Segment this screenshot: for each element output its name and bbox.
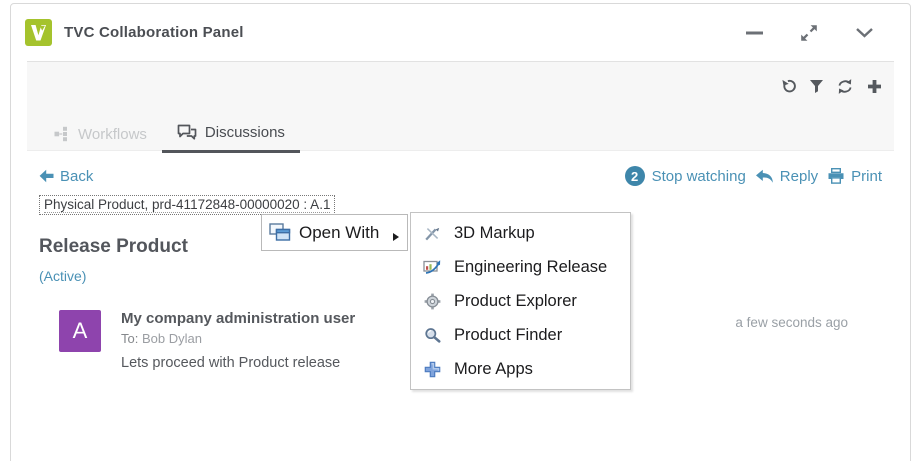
stop-watching-link[interactable]: Stop watching: [652, 168, 746, 185]
cascade-windows-icon: [269, 223, 291, 242]
discussion-action-row: Back 2 Stop watching Reply: [39, 166, 882, 186]
menu-item-product-finder[interactable]: Product Finder: [411, 318, 630, 352]
explorer-gear-icon: [423, 293, 441, 310]
panel-header: TVC Collaboration Panel: [11, 4, 910, 61]
reply-label: Reply: [780, 168, 818, 185]
panel-title: TVC Collaboration Panel: [64, 24, 244, 41]
printer-icon: [827, 168, 845, 184]
release-chart-icon: [423, 259, 441, 275]
undo-icon[interactable]: [778, 77, 796, 95]
tab-workflows-label: Workflows: [78, 126, 147, 143]
submenu-arrow-icon: [393, 233, 399, 241]
print-link[interactable]: Print: [827, 168, 882, 185]
menu-item-label: 3D Markup: [454, 224, 535, 243]
tab-discussions[interactable]: Discussions: [162, 115, 300, 153]
tab-discussions-label: Discussions: [205, 124, 285, 141]
menu-item-3d-markup[interactable]: 3D Markup: [411, 216, 630, 250]
menu-item-engineering-release[interactable]: Engineering Release: [411, 250, 630, 284]
refresh-icon[interactable]: [836, 77, 854, 95]
screen: TVC Collaboration Panel: [0, 0, 922, 461]
to-label: To:: [121, 331, 138, 346]
tab-bar: Workflows Discussions: [39, 115, 300, 153]
minimize-icon[interactable]: [742, 21, 766, 45]
workflow-tree-icon: [54, 126, 70, 142]
message-timestamp: a few seconds ago: [735, 315, 848, 371]
discussed-object-label: Physical Product, prd-41172848-00000020 …: [44, 197, 330, 213]
print-label: Print: [851, 168, 882, 185]
to-value: Bob Dylan: [142, 331, 202, 346]
toolbar: [767, 77, 883, 95]
tvc-logo-icon: [25, 19, 52, 46]
filter-funnel-icon[interactable]: [807, 77, 825, 95]
avatar: A: [59, 310, 101, 352]
expand-icon[interactable]: [797, 21, 821, 45]
collapse-chevron-icon[interactable]: [852, 21, 876, 45]
menu-item-label: Engineering Release: [454, 258, 607, 277]
menu-item-more-apps[interactable]: More Apps: [411, 352, 630, 386]
speech-bubbles-icon: [177, 124, 197, 141]
reply-arrow-icon: [755, 169, 774, 184]
back-arrow-icon: [39, 169, 54, 183]
add-icon[interactable]: [865, 77, 883, 95]
more-apps-plus-icon: [423, 361, 441, 378]
watching-count-badge: 2: [625, 166, 645, 186]
tab-workflows[interactable]: Workflows: [39, 115, 162, 153]
finder-magnifier-icon: [423, 327, 441, 344]
menu-item-product-explorer[interactable]: Product Explorer: [411, 284, 630, 318]
toolbar-section: Workflows Discussions: [27, 61, 894, 151]
open-with-label: Open With: [299, 223, 379, 243]
menu-item-label: Product Explorer: [454, 292, 577, 311]
back-label: Back: [60, 168, 93, 185]
markup-pencil-icon: [423, 225, 441, 242]
open-with-submenu: 3D Markup Engineering Release: [410, 212, 631, 390]
menu-item-label: More Apps: [454, 360, 533, 379]
context-menu-open-with[interactable]: Open With: [261, 214, 408, 251]
discussed-object-link[interactable]: Physical Product, prd-41172848-00000020 …: [39, 195, 335, 215]
reply-link[interactable]: Reply: [755, 168, 818, 185]
menu-item-label: Product Finder: [454, 326, 562, 345]
back-link[interactable]: Back: [39, 168, 93, 185]
